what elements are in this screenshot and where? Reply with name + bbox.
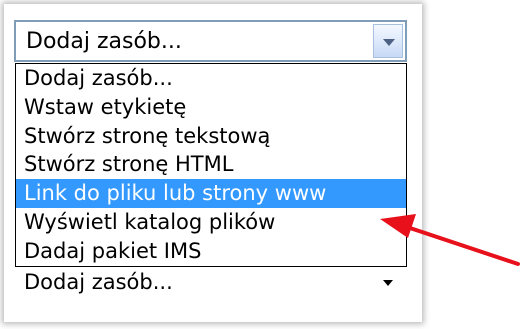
red-arrow-icon — [380, 214, 520, 266]
